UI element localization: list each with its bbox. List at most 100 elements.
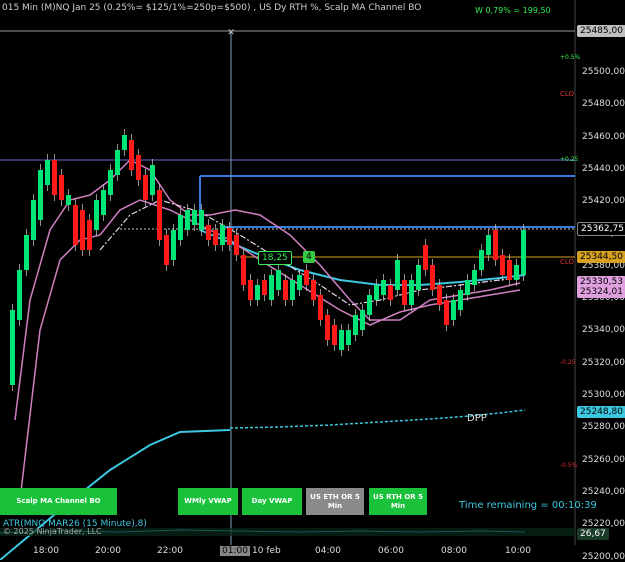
plus-half-label: +0.5%: [560, 54, 581, 61]
candle-body: [38, 170, 43, 220]
measure-value[interactable]: 18,25: [258, 251, 292, 265]
indicator-toggle-button[interactable]: US RTH OR 5 Min: [369, 488, 427, 515]
candle-body: [458, 290, 463, 310]
time-tick: 10 feb: [252, 546, 281, 556]
candle-body: [31, 200, 36, 240]
candle-body: [451, 300, 456, 320]
candle-body: [24, 235, 29, 270]
candle-body: [437, 285, 442, 305]
minus-quarter-label: -0.25: [560, 359, 576, 366]
candle-body: [381, 280, 386, 295]
candle-body: [416, 265, 421, 290]
candle-body: [339, 330, 344, 350]
indicator-toggle-button[interactable]: WMly VWAP: [178, 488, 238, 515]
indicator-toggle-button[interactable]: US ETH OR 5 Min: [306, 488, 364, 515]
price-tick: 25460,00: [582, 131, 625, 142]
candle-body: [269, 275, 274, 300]
candle-body: [206, 225, 211, 240]
dpp-label: DPP: [467, 413, 487, 424]
candle-body: [178, 215, 183, 240]
candle-body: [374, 285, 379, 300]
candle-body: [332, 325, 337, 345]
candle-body: [59, 175, 64, 200]
candle-body: [115, 150, 120, 175]
time-tick: 18:00: [33, 546, 59, 556]
candle-body: [248, 280, 253, 300]
candle-body: [220, 225, 225, 245]
candle-body: [444, 300, 449, 325]
candle-body: [360, 310, 365, 330]
close-label-1: CLO: [560, 90, 575, 98]
candle-body: [255, 285, 260, 300]
candle-body: [185, 210, 190, 230]
candle-body: [318, 295, 323, 320]
candle-body: [507, 260, 512, 280]
candle-body: [276, 270, 281, 290]
time-tick: 10:00: [505, 546, 531, 556]
candle-body: [353, 315, 358, 335]
price-tick: 25260,00: [582, 454, 625, 465]
time-remaining: Time remaining = 00:10:39: [459, 500, 597, 511]
candle-body: [227, 228, 232, 245]
candle-body: [94, 200, 99, 230]
price-tick: 25200,00: [582, 551, 625, 562]
atr-value-tag: 26,67: [577, 528, 609, 540]
svg-text:✕: ✕: [227, 28, 235, 38]
candle-body: [17, 270, 22, 320]
candle-body: [164, 235, 169, 265]
price-tick: 25420,00: [582, 196, 625, 207]
price-tick: 25300,00: [582, 390, 625, 400]
time-tick: 08:00: [441, 546, 467, 556]
price-tick: 25440,00: [582, 163, 625, 174]
price-tick: 25320,00: [582, 357, 625, 368]
price-chart[interactable]: ✕: [0, 0, 625, 560]
candle-body: [493, 230, 498, 260]
time-tick: 01:00: [220, 546, 250, 556]
candle-body: [66, 195, 71, 205]
candle-body: [521, 230, 526, 275]
candle-body: [150, 165, 155, 195]
candle-body: [297, 275, 302, 290]
measure-count[interactable]: 4: [303, 251, 315, 263]
indicator-toggle-button[interactable]: Day VWAP: [242, 488, 302, 515]
copyright: © 2025 NinjaTrader, LLC: [3, 527, 102, 536]
candle-body: [486, 235, 491, 255]
time-tick: 06:00: [378, 546, 404, 556]
candle-body: [213, 230, 218, 245]
pnl-readout: W 0,79% = 199,50: [475, 6, 551, 15]
candle-body: [136, 155, 141, 180]
candle-body: [143, 175, 148, 200]
candle-body: [101, 190, 106, 215]
candle-body: [472, 270, 477, 285]
candle-body: [192, 210, 197, 225]
candle-body: [367, 295, 372, 315]
price-tick: 25280,00: [582, 422, 625, 433]
candle-body: [409, 280, 414, 305]
minus-half-label: -0.5%: [560, 462, 578, 469]
candle-body: [122, 135, 127, 150]
candle-body: [430, 265, 435, 290]
last-price-tag: 25362,75: [577, 222, 625, 236]
candle-body: [87, 220, 92, 250]
ma-channel-lower: [19, 199, 521, 501]
candle-body: [325, 315, 330, 340]
candle-body: [10, 310, 15, 385]
time-tick: 04:00: [315, 546, 341, 556]
indicator-toggle-button[interactable]: Scalp MA Channel BO: [0, 488, 117, 515]
candle-body: [157, 190, 162, 240]
candle-body: [73, 205, 78, 245]
candle-body: [514, 265, 519, 280]
candle-body: [423, 245, 428, 270]
price-tick: 25480,00: [582, 99, 625, 110]
price-tick: 25340,00: [582, 325, 625, 336]
candle-body: [52, 160, 57, 195]
candle-body: [171, 230, 176, 260]
pink-price-tag-2: 25324,01: [577, 286, 625, 298]
close-label-2: CLO: [560, 258, 575, 266]
orange-price-tag: 25344,50: [577, 251, 625, 263]
candle-body: [304, 270, 309, 285]
candle-body: [500, 255, 505, 275]
candle-body: [283, 280, 288, 300]
price-tick: 25500,00: [582, 67, 625, 77]
candle-body: [199, 210, 204, 230]
